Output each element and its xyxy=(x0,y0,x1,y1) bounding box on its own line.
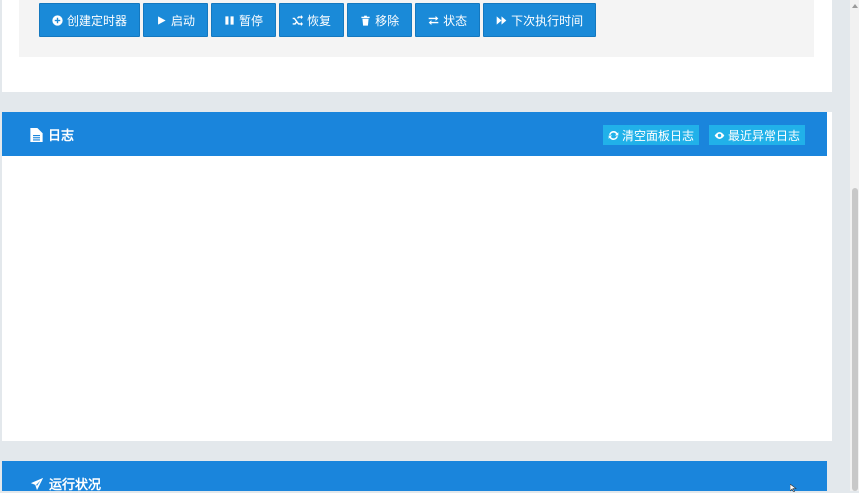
page-scrollbar[interactable] xyxy=(850,0,859,491)
paper-plane-icon xyxy=(30,477,44,490)
log-content-area[interactable] xyxy=(2,156,832,441)
refresh-icon xyxy=(608,130,619,140)
status-label: 状态 xyxy=(443,13,468,28)
scrollbar-thumb[interactable] xyxy=(852,188,858,491)
run-status-title-text: 运行状况 xyxy=(49,478,102,493)
fast-forward-icon xyxy=(496,15,507,25)
toolbar-buttons: 创建定时器 启动 暂停 恢复 移除 状态 下次执行时间 xyxy=(39,3,597,37)
clear-panel-log-button[interactable]: 清空面板日志 xyxy=(602,125,699,145)
trash-icon xyxy=(361,15,370,26)
control-card: 创建定时器 启动 暂停 恢复 移除 状态 下次执行时间 xyxy=(2,0,832,92)
pause-icon xyxy=(225,15,234,25)
start-button[interactable]: 启动 xyxy=(143,3,209,37)
run-status-title: 运行状况 xyxy=(30,474,101,493)
log-panel-title: 日志 xyxy=(30,125,74,144)
play-icon xyxy=(158,15,166,25)
scroll-up-arrow-icon[interactable] xyxy=(852,4,858,8)
exchange-icon xyxy=(428,15,439,25)
plus-circle-icon xyxy=(52,14,63,26)
log-panel: 日志 清空面板日志 最近异常日志 xyxy=(2,112,832,441)
remove-label: 移除 xyxy=(375,13,400,28)
recent-error-log-button[interactable]: 最近异常日志 xyxy=(708,125,805,145)
log-panel-actions: 清空面板日志 最近异常日志 xyxy=(602,125,805,145)
run-status-panel-header: 运行状况 xyxy=(2,461,827,493)
timer-toolbar: 创建定时器 启动 暂停 恢复 移除 状态 下次执行时间 xyxy=(19,0,814,57)
resume-button[interactable]: 恢复 xyxy=(279,3,345,37)
status-button[interactable]: 状态 xyxy=(415,3,481,37)
remove-button[interactable]: 移除 xyxy=(347,3,413,37)
next-run-time-label: 下次执行时间 xyxy=(511,13,584,28)
start-label: 启动 xyxy=(171,13,196,28)
random-icon xyxy=(292,14,304,26)
file-icon xyxy=(30,127,43,142)
log-title-text: 日志 xyxy=(48,129,75,144)
next-run-time-button[interactable]: 下次执行时间 xyxy=(483,3,597,37)
create-timer-label: 创建定时器 xyxy=(67,13,128,28)
clear-panel-log-label: 清空面板日志 xyxy=(621,128,694,143)
pause-label: 暂停 xyxy=(239,13,264,28)
eye-icon xyxy=(714,131,725,139)
log-panel-header: 日志 清空面板日志 最近异常日志 xyxy=(2,112,827,156)
create-timer-button[interactable]: 创建定时器 xyxy=(39,3,141,37)
pause-button[interactable]: 暂停 xyxy=(211,3,277,37)
resume-label: 恢复 xyxy=(307,13,332,28)
recent-error-log-label: 最近异常日志 xyxy=(727,128,800,143)
